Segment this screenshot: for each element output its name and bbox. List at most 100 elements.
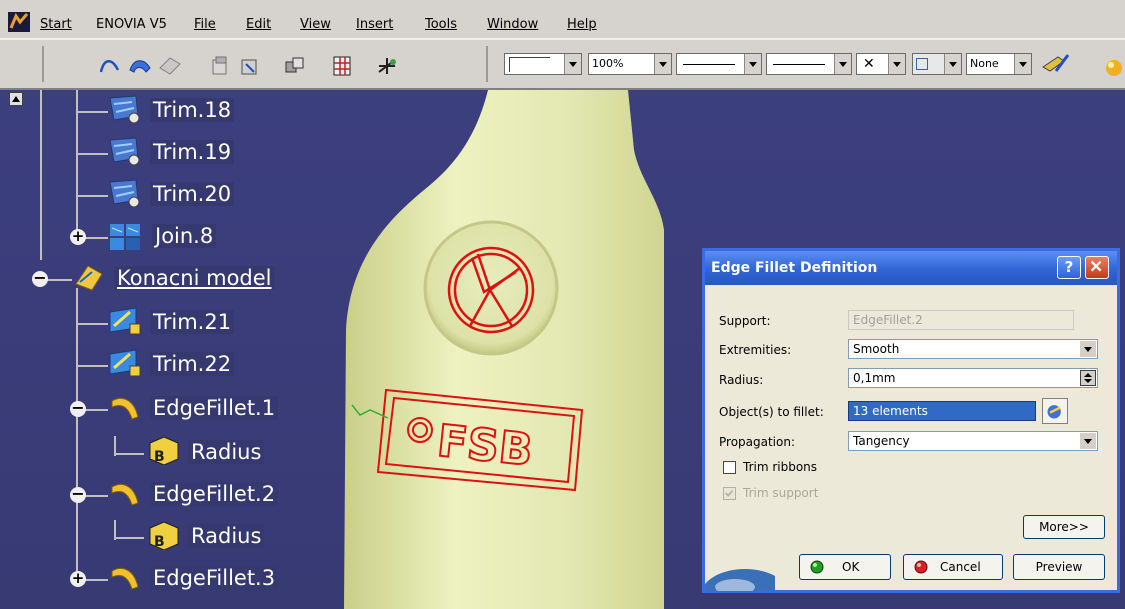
toolbar: 100% ✕ None <box>0 40 1125 90</box>
radius-spinner[interactable] <box>1080 370 1096 386</box>
spinner-down-icon[interactable] <box>1084 379 1092 383</box>
close-button[interactable] <box>1085 256 1109 279</box>
tree-item-trim-21[interactable]: Trim.21 <box>150 310 235 334</box>
painter-icon[interactable] <box>1040 51 1070 75</box>
line-thickness-combo[interactable] <box>676 53 762 75</box>
tree-item-trim-22[interactable]: Trim.22 <box>150 352 235 376</box>
trim-icon[interactable] <box>108 348 142 378</box>
menu-file[interactable]: File <box>194 17 216 32</box>
trim-ribbons-checkbox[interactable] <box>723 461 736 474</box>
assembly-icon[interactable] <box>283 54 307 78</box>
tree-line-main <box>40 90 42 260</box>
svg-text:B: B <box>154 534 165 550</box>
render-style-combo[interactable] <box>912 53 962 75</box>
menu-tools[interactable]: Tools <box>425 17 457 32</box>
tree-item-radius-1[interactable]: Radius <box>188 440 265 464</box>
tree-item-radius-2[interactable]: Radius <box>188 524 265 548</box>
menu-start[interactable]: Start <box>40 17 72 32</box>
render-style-dropdown-arrow[interactable] <box>944 54 961 74</box>
propagation-dropdown-arrow[interactable] <box>1080 433 1096 449</box>
layer-dropdown-arrow[interactable] <box>1014 54 1031 74</box>
radius-parameter-icon[interactable]: B <box>146 520 180 550</box>
trim-icon[interactable] <box>108 306 142 336</box>
tree-item-edgefillet-3[interactable]: EdgeFillet.3 <box>150 566 279 590</box>
axis-icon[interactable] <box>375 54 399 78</box>
menu-edit[interactable]: Edit <box>246 17 271 32</box>
trim-icon[interactable] <box>108 136 142 166</box>
edge-fillet-dialog: Edge Fillet Definition ? Support: EdgeFi… <box>702 248 1120 593</box>
dialog-titlebar[interactable]: Edge Fillet Definition ? <box>705 251 1117 285</box>
menu-insert[interactable]: Insert <box>356 17 393 32</box>
transparency-combo[interactable]: 100% <box>588 53 672 75</box>
edge-fillet-icon[interactable] <box>108 393 142 423</box>
tree-expand-plus-icon[interactable]: + <box>70 571 86 587</box>
fill-color-swatch <box>509 57 550 72</box>
geometrical-set-icon[interactable] <box>72 262 106 292</box>
ok-label: OK <box>842 560 860 574</box>
catia-logo-icon <box>8 12 30 32</box>
tree-item-join-8[interactable]: Join.8 <box>152 224 217 248</box>
tree-expand-plus-icon[interactable]: + <box>70 229 86 245</box>
tree-item-trim-18[interactable]: Trim.18 <box>150 98 235 122</box>
grid-icon[interactable] <box>330 54 354 78</box>
transparency-value: 100% <box>592 57 624 70</box>
transparency-dropdown-arrow[interactable] <box>654 54 671 74</box>
plane-icon[interactable] <box>158 54 182 78</box>
toolbar-grip[interactable] <box>42 46 44 82</box>
fill-color-dropdown-arrow[interactable] <box>564 54 581 74</box>
menu-view[interactable]: View <box>300 17 331 32</box>
spinner-up-icon[interactable] <box>1084 373 1092 377</box>
cancel-button[interactable]: Cancel <box>903 554 1003 580</box>
join-icon[interactable] <box>108 222 142 252</box>
radius-label: Radius: <box>719 373 764 387</box>
toolbar-grip-2[interactable] <box>486 46 488 82</box>
trim-icon[interactable] <box>108 94 142 124</box>
close-icon <box>1090 260 1102 272</box>
line-type-combo[interactable] <box>766 53 852 75</box>
fill-icon[interactable] <box>238 54 262 78</box>
radius-parameter-icon[interactable]: B <box>146 435 180 465</box>
preview-button[interactable]: Preview <box>1013 554 1105 580</box>
tree-item-konacni-model[interactable]: Konacni model <box>114 266 275 290</box>
surface-icon[interactable] <box>128 54 152 78</box>
support-field: EdgeFillet.2 <box>848 310 1074 330</box>
tree-item-trim-20[interactable]: Trim.20 <box>150 182 235 206</box>
ok-button[interactable]: OK <box>799 554 891 580</box>
extremities-dropdown-arrow[interactable] <box>1080 341 1096 357</box>
propagation-label: Propagation: <box>719 435 796 449</box>
tree-item-edgefillet-1[interactable]: EdgeFillet.1 <box>150 396 279 420</box>
tree-scroll-up-button[interactable] <box>9 92 23 106</box>
menu-enovia[interactable]: ENOVIA V5 <box>96 17 167 32</box>
tree-collapse-minus-icon[interactable]: − <box>32 270 48 287</box>
curve-icon[interactable] <box>98 54 122 78</box>
layer-combo[interactable]: None <box>966 53 1032 75</box>
fill-color-combo[interactable] <box>504 53 582 75</box>
tree-collapse-minus-icon[interactable]: − <box>70 486 86 503</box>
trim-icon[interactable] <box>108 178 142 208</box>
more-button[interactable]: More>> <box>1023 515 1105 539</box>
point-type-combo[interactable]: ✕ <box>856 53 906 75</box>
edit-list-button[interactable] <box>1042 398 1068 424</box>
objects-to-fillet-field[interactable]: 13 elements <box>848 401 1036 421</box>
help-button[interactable]: ? <box>1057 256 1081 279</box>
propagation-dropdown[interactable]: Tangency <box>848 431 1098 451</box>
tree-item-edgefillet-2[interactable]: EdgeFillet.2 <box>150 482 279 506</box>
edge-fillet-icon[interactable] <box>108 563 142 593</box>
point-type-dropdown-arrow[interactable] <box>888 54 905 74</box>
sphere-icon[interactable] <box>1100 54 1125 78</box>
objects-label: Object(s) to fillet: <box>719 405 824 419</box>
cancel-label: Cancel <box>940 560 981 574</box>
radius-input[interactable]: 0,1mm <box>848 368 1098 388</box>
extremities-value: Smooth <box>853 342 900 356</box>
earth-watermark-icon <box>705 569 775 591</box>
tree-collapse-minus-icon[interactable]: − <box>70 400 86 417</box>
line-thickness-dropdown-arrow[interactable] <box>744 54 761 74</box>
menu-window[interactable]: Window <box>487 17 538 32</box>
extremities-dropdown[interactable]: Smooth <box>848 339 1098 359</box>
line-type-dropdown-arrow[interactable] <box>834 54 851 74</box>
shell-icon[interactable] <box>208 54 232 78</box>
tree-item-trim-19[interactable]: Trim.19 <box>150 140 235 164</box>
edge-fillet-icon[interactable] <box>108 479 142 509</box>
propagation-value: Tangency <box>853 434 910 448</box>
menu-help[interactable]: Help <box>567 17 597 32</box>
